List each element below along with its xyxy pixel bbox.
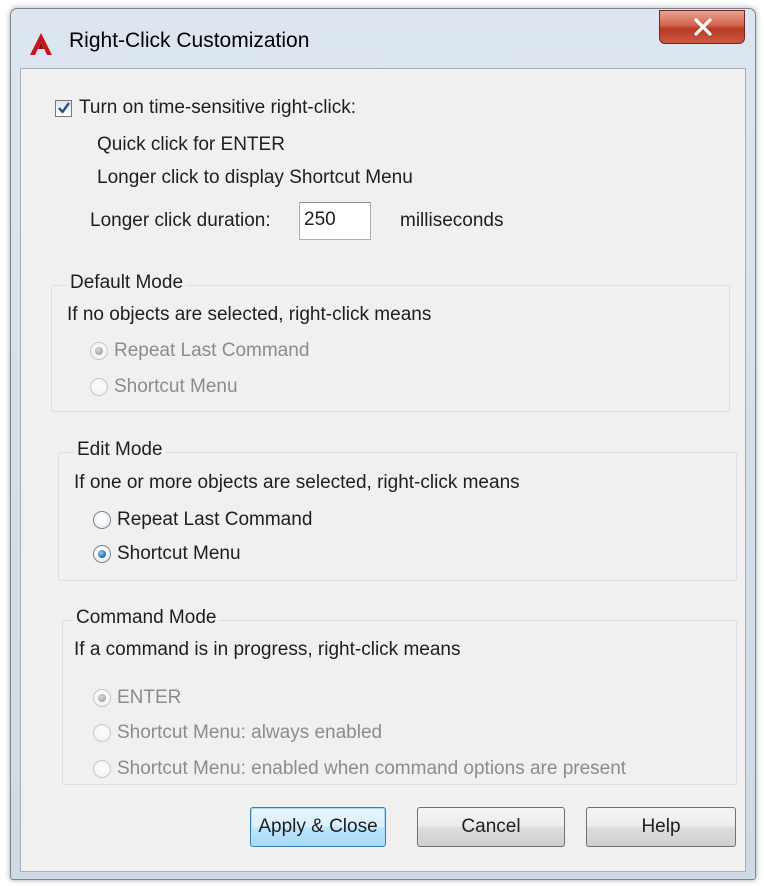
command-shortcut-always-radio[interactable] — [93, 724, 111, 742]
checkmark-icon — [58, 102, 70, 114]
help-button[interactable]: Help — [586, 807, 736, 847]
apply-close-button[interactable]: Apply & Close — [250, 807, 386, 847]
edit-repeat-label[interactable]: Repeat Last Command — [117, 509, 312, 531]
default-repeat-label[interactable]: Repeat Last Command — [114, 340, 309, 362]
time-sensitive-checkbox[interactable] — [55, 100, 72, 117]
title-bar[interactable]: Right-Click Customization — [11, 9, 755, 67]
command-mode-description: If a command is in progress, right-click… — [74, 639, 461, 660]
duration-unit: milliseconds — [400, 210, 504, 231]
command-shortcut-options-radio[interactable] — [93, 760, 111, 778]
command-shortcut-always-label[interactable]: Shortcut Menu: always enabled — [117, 722, 382, 744]
duration-label: Longer click duration: — [90, 210, 271, 231]
dialog-content: Turn on time-sensitive right-click: Quic… — [20, 68, 746, 872]
command-enter-radio[interactable] — [93, 689, 111, 707]
edit-repeat-radio[interactable] — [93, 511, 111, 529]
default-repeat-radio[interactable] — [90, 342, 108, 360]
close-button[interactable] — [659, 10, 745, 44]
duration-input[interactable]: 250 — [299, 202, 371, 240]
right-click-customization-dialog: Right-Click Customization Turn on time-s… — [10, 8, 756, 880]
edit-mode-description: If one or more objects are selected, rig… — [74, 472, 520, 493]
autocad-a-icon — [29, 32, 53, 56]
default-mode-title: Default Mode — [67, 272, 187, 294]
default-shortcut-radio[interactable] — [90, 378, 108, 396]
longer-click-text: Longer click to display Shortcut Menu — [97, 167, 413, 188]
edit-shortcut-radio[interactable] — [93, 545, 111, 563]
dialog-title: Right-Click Customization — [69, 29, 310, 52]
cancel-button[interactable]: Cancel — [417, 807, 565, 847]
time-sensitive-label[interactable]: Turn on time-sensitive right-click: — [79, 97, 356, 119]
command-shortcut-options-label[interactable]: Shortcut Menu: enabled when command opti… — [117, 758, 626, 780]
command-mode-title: Command Mode — [73, 607, 220, 629]
edit-mode-title: Edit Mode — [74, 439, 166, 461]
default-shortcut-label[interactable]: Shortcut Menu — [114, 376, 238, 398]
edit-shortcut-label[interactable]: Shortcut Menu — [117, 543, 241, 565]
default-mode-description: If no objects are selected, right-click … — [67, 304, 432, 325]
command-enter-label[interactable]: ENTER — [117, 687, 181, 709]
quick-click-text: Quick click for ENTER — [97, 134, 285, 155]
